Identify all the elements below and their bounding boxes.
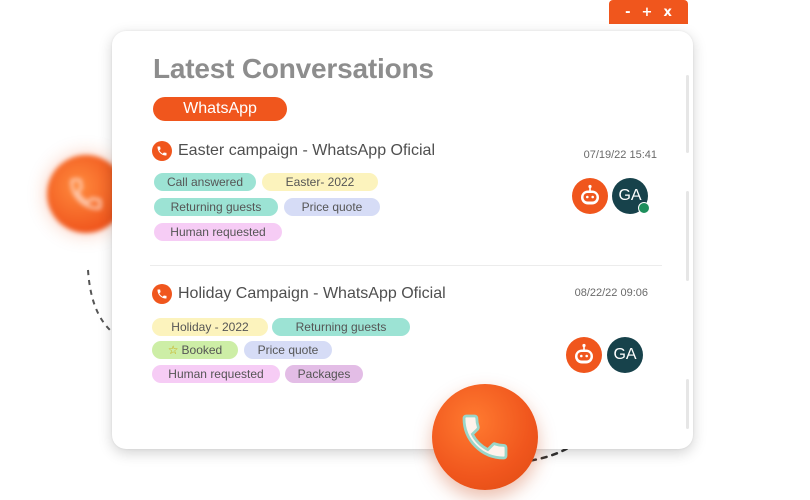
phone-icon (462, 414, 508, 460)
page-title: Latest Conversations (153, 53, 434, 84)
tag-booked[interactable]: ☆ Booked (152, 341, 238, 359)
minimize-button[interactable]: - (625, 6, 630, 19)
tag-price-quote[interactable]: Price quote (244, 341, 332, 359)
bot-avatar (566, 337, 602, 373)
conversation-timestamp: 07/19/22 15:41 (583, 149, 657, 161)
tag-holiday-2022[interactable]: Holiday - 2022 (152, 318, 268, 336)
tag-call-answered[interactable]: Call answered (154, 173, 256, 191)
conversations-panel: Latest Conversations WhatsApp Easter cam… (112, 31, 693, 449)
tag-returning-guests[interactable]: Returning guests (154, 198, 278, 216)
conversation-timestamp: 08/22/22 09:06 (574, 287, 648, 299)
agent-avatar[interactable]: GA (612, 178, 650, 214)
tag-easter-2022[interactable]: Easter- 2022 (262, 173, 378, 191)
agent-initials: GA (613, 346, 637, 363)
close-button[interactable]: x (663, 6, 671, 19)
phone-icon (152, 284, 172, 304)
channel-filter-whatsapp[interactable]: WhatsApp (153, 97, 287, 121)
tag-packages[interactable]: Packages (285, 365, 363, 383)
bot-avatar (572, 178, 608, 214)
bot-icon (575, 343, 593, 364)
maximize-button[interactable]: + (642, 6, 653, 19)
tag-human-requested[interactable]: Human requested (152, 365, 280, 383)
bot-icon (581, 184, 599, 205)
phone-icon (70, 178, 102, 210)
star-icon: ☆ (167, 343, 179, 357)
tag-price-quote[interactable]: Price quote (284, 198, 380, 216)
agent-avatar[interactable]: GA (607, 337, 643, 373)
conversation-name[interactable]: Holiday Campaign - WhatsApp Oficial (178, 285, 446, 303)
tag-human-requested[interactable]: Human requested (154, 223, 282, 241)
scrollbar[interactable] (686, 379, 689, 429)
divider (150, 265, 662, 266)
conversation-item[interactable]: Holiday Campaign - WhatsApp Oficial 08/2… (152, 284, 662, 383)
window-controls: - + x (609, 0, 688, 24)
online-status-dot (638, 202, 650, 214)
scrollbar[interactable] (686, 75, 689, 153)
phone-icon (152, 141, 172, 161)
agent-initials: GA (618, 187, 642, 204)
conversation-name[interactable]: Easter campaign - WhatsApp Oficial (178, 142, 435, 160)
conversation-item[interactable]: Easter campaign - WhatsApp Oficial 07/19… (152, 141, 662, 241)
tag-returning-guests[interactable]: Returning guests (272, 318, 410, 336)
decorative-phone-bubble (432, 384, 538, 490)
scrollbar[interactable] (686, 191, 689, 281)
